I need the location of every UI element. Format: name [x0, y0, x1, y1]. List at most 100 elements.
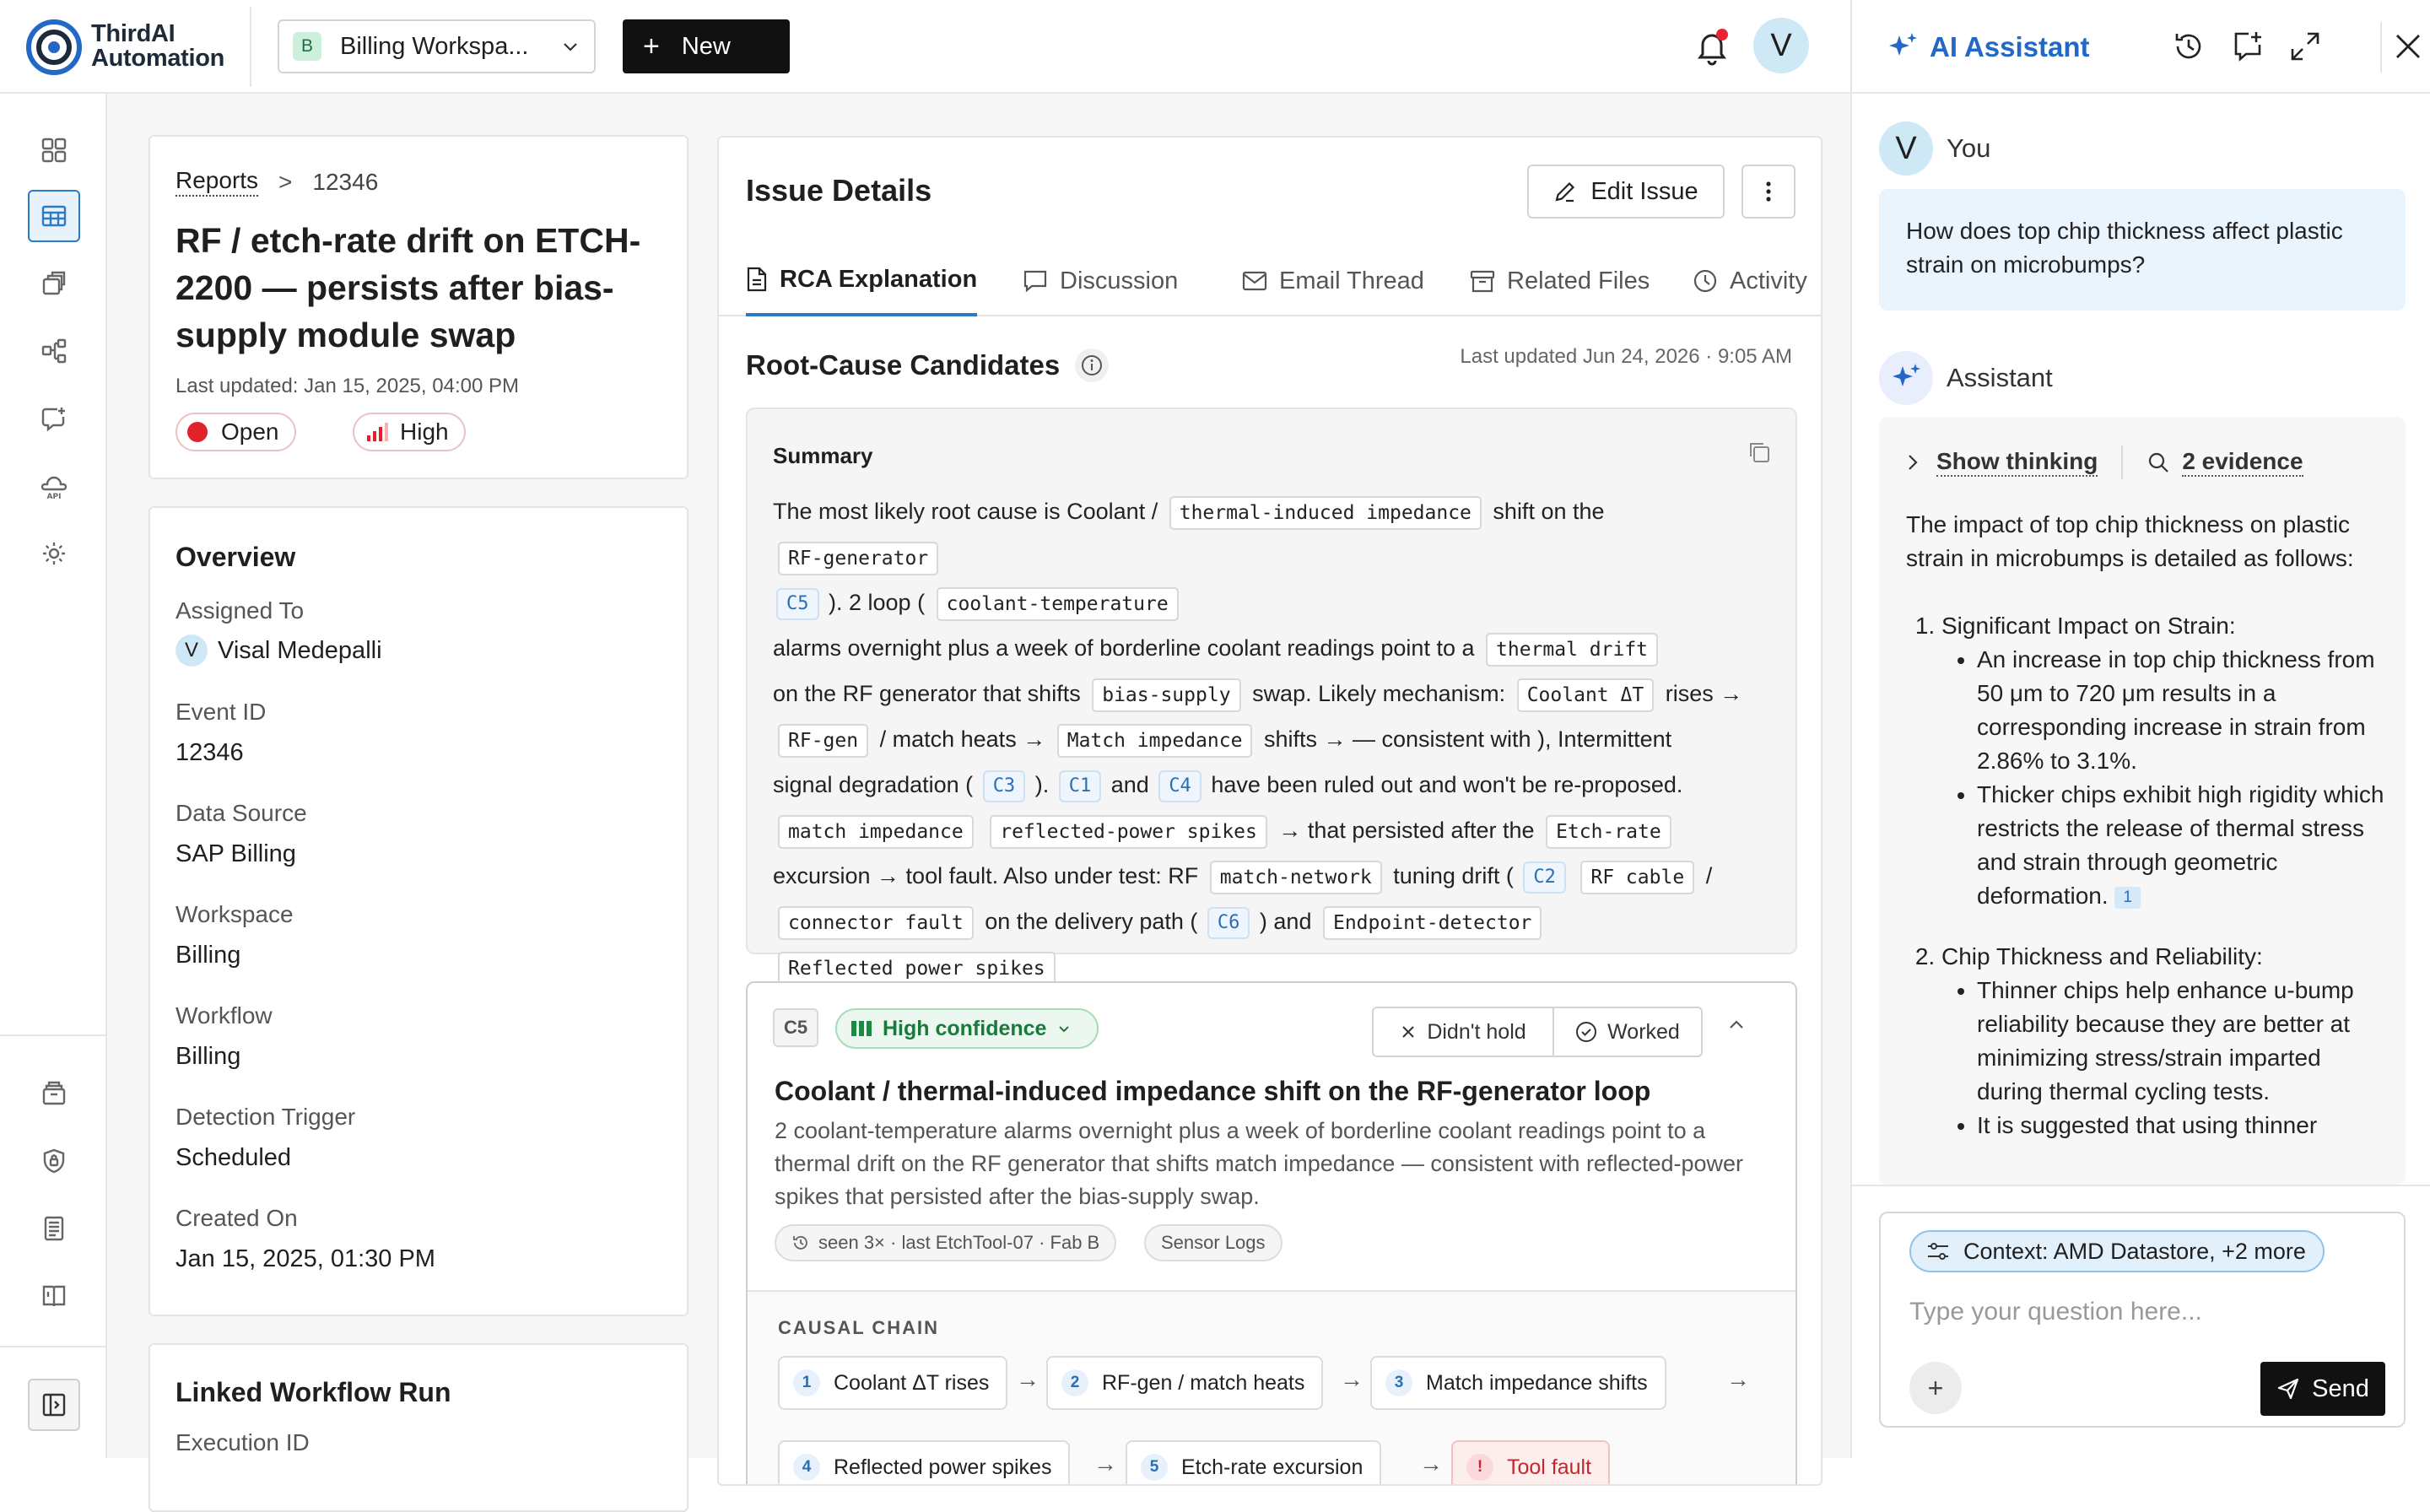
step-label: Reflected power spikes: [834, 1455, 1052, 1479]
show-thinking-link[interactable]: Show thinking: [1936, 448, 2098, 477]
linked-workflow-heading: Linked Workflow Run: [176, 1377, 451, 1407]
status-badge[interactable]: Open: [176, 413, 296, 451]
close-icon[interactable]: [2390, 29, 2426, 64]
expand-icon[interactable]: [2287, 29, 2323, 64]
summary-text-run: alarms overnight plus a week of borderli…: [773, 635, 1475, 661]
seen-count-label: seen 3× · last EtchTool-07 · Fab B: [818, 1232, 1100, 1253]
tab-discussion[interactable]: Discussion: [1023, 246, 1178, 316]
sidebar-item-settings[interactable]: [28, 527, 80, 580]
chevron-up-icon[interactable]: [1726, 1015, 1747, 1035]
tab-label: Related Files: [1507, 267, 1650, 294]
assigned-to-label: Assigned To: [176, 597, 305, 624]
sidebar-item-workflows[interactable]: [28, 325, 80, 377]
priority-badge[interactable]: High: [353, 413, 466, 451]
tab-rca-explanation[interactable]: RCA Explanation: [746, 246, 978, 316]
breadcrumb-reports-link[interactable]: Reports: [176, 167, 259, 197]
summary-text-run: ) and: [1259, 909, 1312, 934]
edit-issue-button[interactable]: Edit Issue: [1527, 165, 1725, 219]
user-avatar[interactable]: V: [1753, 18, 1809, 73]
assistant-header: AI Assistant: [1852, 0, 2430, 94]
brand-line1: ThirdAI: [91, 20, 176, 47]
new-chat-icon[interactable]: [2230, 29, 2265, 64]
chain-step[interactable]: 4 Reflected power spikes: [778, 1440, 1071, 1484]
assigned-to-value[interactable]: V Visal Medepalli: [176, 634, 382, 667]
code-chip: thermal-induced impedance: [1169, 495, 1482, 530]
divider: [2121, 446, 2124, 479]
close-icon: [1400, 1023, 1427, 1040]
confidence-dropdown[interactable]: High confidence: [835, 1008, 1099, 1049]
sidebar-item-api[interactable]: API: [28, 460, 80, 512]
candidate-ref-link[interactable]: C2: [1523, 861, 1566, 894]
send-button[interactable]: Send: [2260, 1362, 2385, 1416]
chain-step[interactable]: 5 Etch-rate excursion: [1126, 1440, 1382, 1484]
chain-step-fault[interactable]: ! Tool fault: [1451, 1440, 1611, 1484]
user-message-author: You: [1947, 133, 1991, 163]
context-label: Context: AMD Datastore, +2 more: [1963, 1238, 2306, 1264]
data-source-label: Data Source: [176, 800, 307, 826]
candidate-ref-link[interactable]: C3: [982, 770, 1026, 802]
issue-sidebar: Reports > 12346 RF / etch-rate drift on …: [107, 94, 717, 1512]
scroll-fade: [1879, 1151, 2406, 1185]
candidate-description: 2 coolant-temperature alarms overnight p…: [775, 1118, 1744, 1209]
chat-alert-icon: [40, 405, 68, 432]
worked-button[interactable]: Worked: [1552, 1007, 1703, 1057]
send-icon: [2276, 1377, 2312, 1401]
sidebar-item-security[interactable]: [28, 1135, 80, 1187]
candidate-ref-link[interactable]: C4: [1158, 770, 1202, 802]
issue-details-heading: Issue Details: [746, 173, 932, 208]
source-tag: Sensor Logs: [1144, 1224, 1282, 1261]
list-item: An increase in top chip thickness from 5…: [1977, 643, 2387, 778]
sidebar-item-dashboard[interactable]: [28, 124, 80, 176]
sidebar-item-reports[interactable]: [28, 190, 80, 242]
top-bar: ThirdAI Automation B Billing Workspa... +…: [0, 0, 1850, 94]
chevron-down-icon: [1056, 1021, 1082, 1036]
root-cause-title: Root-Cause Candidates: [746, 349, 1061, 381]
workspace-selector[interactable]: B Billing Workspa...: [278, 19, 596, 73]
logo-icon[interactable]: [25, 19, 83, 76]
workspace-value: Billing: [176, 942, 241, 969]
chain-step[interactable]: 2 RF-gen / match heats: [1046, 1356, 1324, 1410]
tab-related-files[interactable]: Related Files: [1470, 246, 1650, 316]
copy-icon[interactable]: [1747, 440, 1772, 465]
sidebar-item-ledger[interactable]: [28, 1202, 80, 1255]
history-icon[interactable]: [2171, 29, 2206, 64]
ai-assistant-panel: AI Assistant V You How does top chip thi…: [1850, 0, 2430, 1458]
attach-button[interactable]: +: [1909, 1362, 1962, 1414]
chain-step[interactable]: 3 Match impedance shifts: [1370, 1356, 1666, 1410]
workspace-label: Workspace: [176, 901, 294, 927]
chain-step[interactable]: 1 Coolant ΔT rises: [778, 1356, 1008, 1410]
sidebar-item-stack[interactable]: [28, 257, 80, 310]
chat-icon: [1023, 268, 1060, 294]
didnt-hold-button[interactable]: Didn't hold: [1372, 1007, 1554, 1057]
event-id-value: 12346: [176, 739, 244, 766]
citation-badge[interactable]: 1: [2114, 886, 2141, 909]
code-chip: match-network: [1209, 860, 1382, 894]
sidebar-item-archive[interactable]: [28, 1067, 80, 1120]
candidate-ref-link[interactable]: C6: [1207, 906, 1250, 939]
chat-input[interactable]: Type your question here...: [1909, 1298, 2202, 1326]
settings-icon: [40, 540, 68, 567]
context-selector[interactable]: Context: AMD Datastore, +2 more: [1909, 1230, 2325, 1272]
new-button[interactable]: + New: [623, 19, 790, 73]
tab-activity[interactable]: Activity: [1693, 246, 1807, 316]
candidate-ref-link[interactable]: C5: [776, 587, 819, 620]
page-title: RF / etch-rate drift on ETCH-2200 — pers…: [176, 221, 641, 354]
more-options-button[interactable]: [1742, 165, 1796, 219]
event-id-label: Event ID: [176, 699, 267, 725]
step-number: 1: [793, 1369, 820, 1396]
info-icon[interactable]: [1075, 348, 1110, 382]
collapse-sidebar-button[interactable]: [28, 1379, 80, 1431]
confidence-bars-icon: [850, 1019, 883, 1038]
step-label: Tool fault: [1507, 1455, 1592, 1479]
summary-box: Summary The most likely root cause is Co…: [746, 408, 1797, 986]
list-item-title: Chip Thickness and Reliability:: [1941, 943, 2263, 969]
sidebar-item-docs[interactable]: [28, 1270, 80, 1322]
arrow-right-icon: →: [1340, 1366, 1364, 1392]
candidate-ref-link[interactable]: C1: [1058, 770, 1102, 802]
chevron-right-icon[interactable]: [1904, 452, 1921, 472]
tab-email-thread[interactable]: Email Thread: [1242, 246, 1424, 316]
brand-line2: Automation: [91, 45, 225, 72]
workflow-label: Workflow: [176, 1002, 273, 1029]
evidence-link[interactable]: 2 evidence: [2182, 448, 2303, 477]
sidebar-item-alerts[interactable]: [28, 392, 80, 445]
